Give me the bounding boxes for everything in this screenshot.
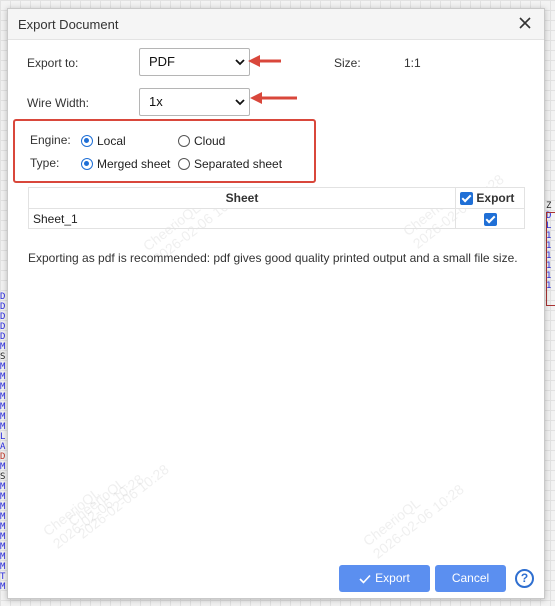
cancel-button[interactable]: Cancel — [435, 565, 506, 592]
chevron-down-icon — [235, 59, 245, 66]
canvas-text-fragment: M — [0, 342, 6, 352]
canvas-text-fragment: M — [0, 542, 6, 552]
export-column-label: Export — [476, 190, 515, 205]
type-separated-label: Separated sheet — [194, 157, 283, 171]
canvas-text-fragment: M — [0, 502, 6, 512]
sheet-column-header: Sheet — [27, 187, 457, 209]
red-arrow-annotation — [248, 55, 281, 67]
export-column-header: Export — [455, 187, 525, 209]
cancel-button-label: Cancel — [451, 571, 490, 585]
canvas-text-fragment: M — [0, 402, 6, 412]
canvas-text-fragment: M — [0, 382, 6, 392]
red-arrow-annotation — [250, 92, 297, 104]
canvas-text-fragment: M — [0, 532, 6, 542]
dialog-titlebar: Export Document — [8, 9, 544, 40]
canvas-text-fragment: M — [0, 512, 6, 522]
canvas-text-fragment: D — [0, 302, 6, 312]
watermark: CheerioQL 2026-02-06 10:28 — [359, 480, 467, 562]
export-cell — [455, 208, 525, 229]
export-info-text: Exporting as pdf is recommended: pdf giv… — [28, 251, 518, 265]
canvas-text-fragment: M — [0, 412, 6, 422]
engine-type-highlight — [13, 119, 316, 183]
canvas-text-fragment: D — [0, 332, 6, 342]
canvas-text-fragment: A — [0, 442, 6, 452]
canvas-component-outline — [546, 212, 555, 306]
canvas-text-fragment: Z — [546, 201, 552, 211]
canvas-text-fragment: M — [0, 392, 6, 402]
sheet-export-checkbox[interactable] — [483, 212, 497, 226]
engine-cloud-radio[interactable]: Cloud — [178, 134, 225, 148]
sheet-name-cell: Sheet_1 — [27, 208, 457, 229]
canvas-text-fragment: D — [0, 312, 6, 322]
export-document-dialog: Export Document CheerioQL 2026-02-06 10:2… — [7, 8, 545, 599]
canvas-text-fragment: D — [0, 452, 6, 462]
watermark: CheerioQL 2026-02-06 10:28 — [64, 460, 172, 542]
canvas-text-fragment: M — [0, 522, 6, 532]
export-button-label: Export — [375, 571, 410, 585]
canvas-text-fragment: L — [0, 432, 6, 442]
canvas-text-fragment: T — [0, 572, 6, 582]
canvas-text-fragment: S — [0, 472, 6, 482]
canvas-text-fragment: M — [0, 422, 6, 432]
engine-local-label: Local — [97, 134, 126, 148]
canvas-text-fragment: M — [0, 372, 6, 382]
watermark: CheerioQL 2026-02-06 10:28 — [39, 470, 147, 552]
chevron-down-icon — [235, 99, 245, 106]
dialog-title: Export Document — [18, 17, 119, 32]
help-icon[interactable]: ? — [515, 569, 534, 588]
type-merged-radio[interactable]: Merged sheet — [81, 157, 170, 171]
canvas-text-fragment: D — [0, 292, 6, 302]
wire-width-value: 1x — [149, 94, 163, 109]
canvas-text-fragment: S — [0, 352, 6, 362]
type-merged-label: Merged sheet — [97, 157, 171, 171]
canvas-text-fragment: M — [0, 492, 6, 502]
canvas-text-fragment: M — [0, 482, 6, 492]
canvas-text-fragment: D — [0, 322, 6, 332]
radio-unselected-icon — [178, 135, 190, 147]
close-icon[interactable] — [516, 14, 534, 32]
export-format-value: PDF — [149, 54, 175, 69]
canvas-fragment-left: DDDDDMSMMMMMMMLADMSMMMMMMMMMTM — [0, 292, 6, 592]
canvas-text-fragment: M — [0, 582, 6, 592]
export-format-select[interactable]: PDF — [139, 48, 250, 76]
size-label: Size: — [334, 56, 361, 70]
check-icon — [359, 574, 371, 584]
engine-cloud-label: Cloud — [194, 134, 226, 148]
radio-unselected-icon — [178, 158, 190, 170]
canvas-text-fragment: M — [0, 552, 6, 562]
type-label: Type: — [30, 156, 60, 170]
sheet-table: Sheet Export Sheet_1 — [27, 187, 525, 229]
engine-label: Engine: — [30, 133, 71, 147]
radio-selected-icon — [81, 135, 93, 147]
wire-width-label: Wire Width: — [27, 96, 90, 110]
canvas-text-fragment: M — [0, 462, 6, 472]
canvas-text-fragment: M — [0, 362, 6, 372]
export-button[interactable]: Export — [339, 565, 430, 592]
wire-width-select[interactable]: 1x — [139, 88, 250, 116]
type-separated-radio[interactable]: Separated sheet — [178, 157, 282, 171]
radio-selected-icon — [81, 158, 93, 170]
export-to-label: Export to: — [27, 56, 79, 70]
table-row: Sheet_1 — [27, 208, 525, 229]
size-value: 1:1 — [404, 56, 421, 70]
table-header-row: Sheet Export — [27, 187, 525, 209]
select-all-checkbox[interactable] — [460, 192, 474, 206]
engine-local-radio[interactable]: Local — [81, 134, 126, 148]
canvas-text-fragment: M — [0, 562, 6, 572]
